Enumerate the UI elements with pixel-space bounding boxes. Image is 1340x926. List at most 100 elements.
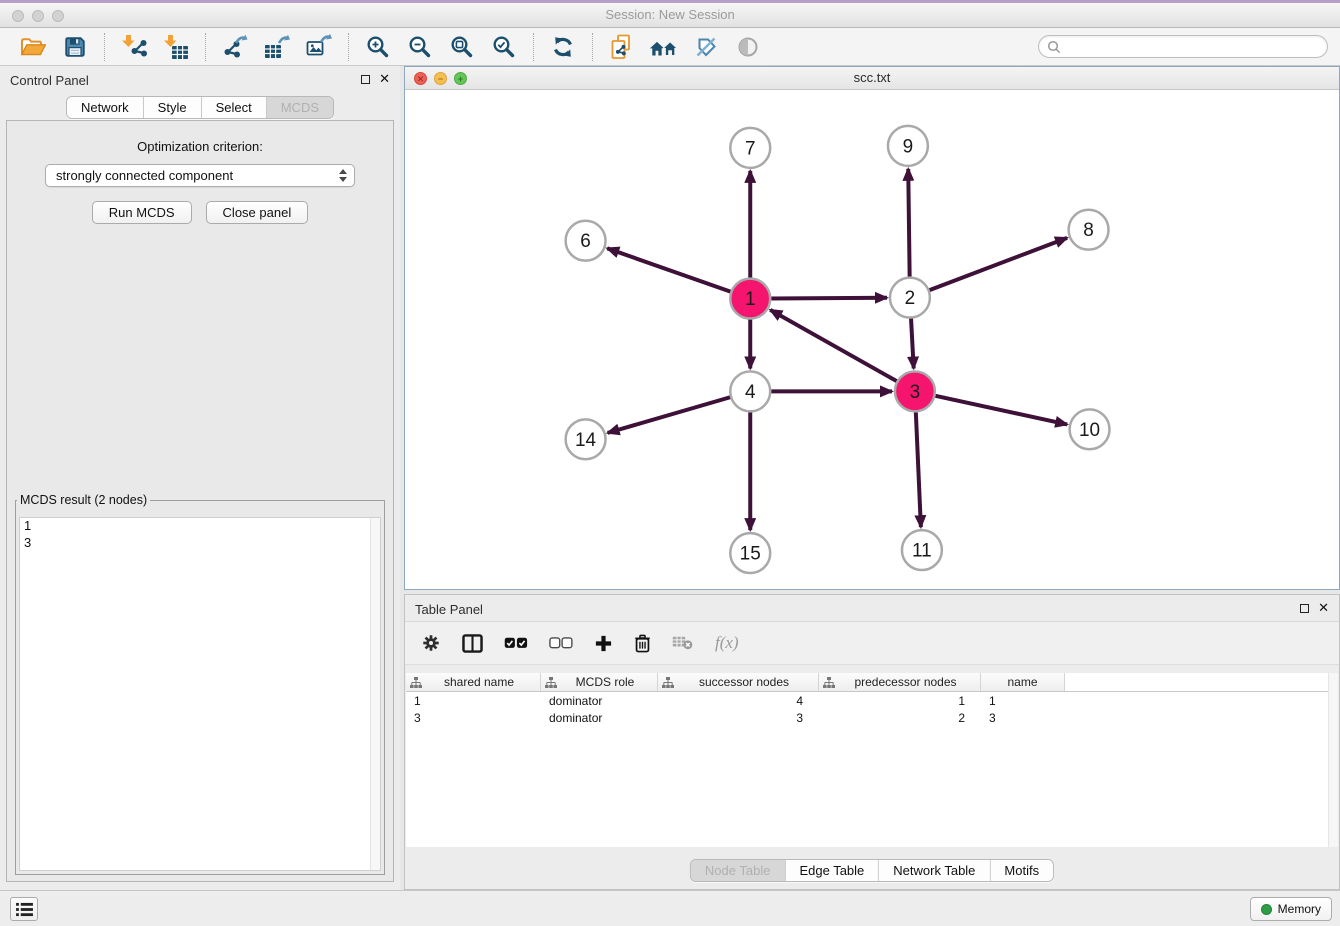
column-header-predecessor-nodes[interactable]: predecessor nodes — [819, 673, 981, 691]
close-window-button[interactable] — [12, 10, 24, 22]
network-graph[interactable]: 7 9 6 8 1 2 4 3 14 10 15 11 — [405, 91, 1339, 589]
graph-edge-1-2[interactable] — [771, 298, 887, 299]
show-hide-icon[interactable] — [733, 32, 763, 62]
close-network-button[interactable] — [414, 72, 427, 85]
add-column-icon[interactable] — [594, 634, 613, 653]
table-tab-network-table[interactable]: Network Table — [879, 860, 990, 881]
float-table-panel-icon[interactable] — [1300, 604, 1309, 613]
close-panel-button[interactable]: Close panel — [206, 201, 309, 224]
graph-node-3[interactable]: 3 — [895, 371, 935, 411]
toolbar-separator — [205, 33, 206, 61]
graph-node-4[interactable]: 4 — [730, 371, 770, 411]
graph-node-7[interactable]: 7 — [730, 128, 770, 168]
search-input[interactable] — [1066, 40, 1319, 54]
table-cell[interactable]: 2 — [819, 711, 981, 725]
graph-node-9[interactable]: 9 — [888, 126, 928, 166]
table-panel-title: Table Panel — [415, 602, 483, 617]
zoom-in-icon[interactable] — [363, 32, 393, 62]
settings-gear-icon[interactable] — [421, 633, 441, 653]
refresh-layout-icon[interactable] — [548, 32, 578, 62]
minimize-window-button[interactable] — [32, 10, 44, 22]
minimize-network-button[interactable] — [434, 72, 447, 85]
network-canvas[interactable]: 7 9 6 8 1 2 4 3 14 10 15 11 — [405, 91, 1339, 589]
tab-style[interactable]: Style — [144, 97, 202, 118]
column-header-shared-name[interactable]: shared name — [406, 673, 541, 691]
table-cell[interactable]: 3 — [981, 711, 1065, 725]
zoom-fit-icon[interactable] — [447, 32, 477, 62]
column-header-successor-nodes[interactable]: successor nodes — [658, 673, 819, 691]
close-table-panel-icon[interactable]: ✕ — [1318, 602, 1329, 614]
tab-mcds[interactable]: MCDS — [267, 97, 333, 118]
graph-edge-1-6[interactable] — [607, 248, 730, 291]
table-cell[interactable]: 3 — [658, 711, 819, 725]
column-type-icon — [545, 677, 557, 688]
table-cell[interactable]: 1 — [406, 694, 541, 708]
first-neighbors-icon[interactable] — [649, 32, 679, 62]
clone-network-icon[interactable] — [607, 32, 637, 62]
table-row[interactable]: 1dominator411 — [406, 692, 1338, 709]
deselect-all-checks-icon[interactable] — [549, 637, 573, 649]
svg-text:14: 14 — [575, 430, 596, 451]
tab-select[interactable]: Select — [202, 97, 267, 118]
zoom-selected-icon[interactable] — [489, 32, 519, 62]
zoom-out-icon[interactable] — [405, 32, 435, 62]
graph-edge-2-8[interactable] — [930, 238, 1068, 290]
table-cell[interactable]: 1 — [819, 694, 981, 708]
import-table-icon[interactable] — [161, 32, 191, 62]
open-file-icon[interactable] — [18, 32, 48, 62]
result-scrollbar[interactable] — [370, 518, 380, 870]
select-all-checks-icon[interactable] — [504, 637, 528, 649]
graph-node-10[interactable]: 10 — [1070, 409, 1110, 449]
search-box[interactable] — [1038, 35, 1328, 58]
table-cell[interactable]: 1 — [981, 694, 1065, 708]
maximize-window-button[interactable] — [52, 10, 64, 22]
export-network-icon[interactable] — [220, 32, 250, 62]
table-cell[interactable]: dominator — [541, 694, 658, 708]
graph-edge-3-11[interactable] — [916, 412, 921, 527]
table-cell[interactable]: dominator — [541, 711, 658, 725]
delete-column-icon[interactable] — [634, 634, 651, 653]
export-table-icon[interactable] — [262, 32, 292, 62]
save-session-icon[interactable] — [60, 32, 90, 62]
network-window-titlebar[interactable]: scc.txt — [405, 67, 1339, 90]
close-panel-icon[interactable]: ✕ — [379, 73, 390, 85]
graph-node-2[interactable]: 2 — [890, 278, 930, 318]
column-header-mcds-role[interactable]: MCDS role — [541, 673, 658, 691]
table-cell[interactable]: 4 — [658, 694, 819, 708]
column-header-name[interactable]: name — [981, 673, 1065, 691]
column-view-icon[interactable] — [462, 634, 483, 653]
graph-node-6[interactable]: 6 — [566, 221, 606, 261]
import-network-icon[interactable] — [119, 32, 149, 62]
export-image-icon[interactable] — [304, 32, 334, 62]
control-panel-title: Control Panel — [10, 73, 89, 88]
graph-node-15[interactable]: 15 — [730, 533, 770, 573]
svg-text:3: 3 — [910, 382, 921, 403]
toolbar-separator — [348, 33, 349, 61]
table-scrollbar[interactable] — [1328, 673, 1338, 847]
tab-network[interactable]: Network — [67, 97, 144, 118]
task-history-button[interactable] — [10, 897, 38, 921]
graph-node-8[interactable]: 8 — [1069, 210, 1109, 250]
svg-text:1: 1 — [745, 289, 756, 310]
table-row[interactable]: 3dominator323 — [406, 709, 1338, 726]
annotations-toggle-icon[interactable] — [691, 32, 721, 62]
mcds-result-legend: MCDS result (2 nodes) — [17, 493, 150, 507]
graph-edge-2-3[interactable] — [911, 319, 914, 369]
graph-node-11[interactable]: 11 — [902, 530, 942, 570]
run-mcds-button[interactable]: Run MCDS — [92, 201, 192, 224]
table-tab-edge-table[interactable]: Edge Table — [785, 860, 879, 881]
graph-edge-3-10[interactable] — [935, 396, 1067, 425]
graph-edge-2-9[interactable] — [908, 169, 909, 277]
float-panel-icon[interactable] — [361, 75, 370, 84]
table-cell[interactable]: 3 — [406, 711, 541, 725]
graph-node-1[interactable]: 1 — [730, 279, 770, 319]
graph-node-14[interactable]: 14 — [566, 419, 606, 459]
criterion-dropdown[interactable]: strongly connected component — [45, 164, 355, 187]
mcds-result-text[interactable]: 13 — [19, 517, 381, 871]
graph-edge-4-14[interactable] — [608, 397, 731, 433]
graph-edge-3-1[interactable] — [770, 310, 896, 381]
table-tab-motifs[interactable]: Motifs — [990, 860, 1053, 881]
maximize-network-button[interactable] — [454, 72, 467, 85]
table-tab-node-table[interactable]: Node Table — [691, 860, 786, 881]
memory-button[interactable]: Memory — [1250, 897, 1332, 921]
